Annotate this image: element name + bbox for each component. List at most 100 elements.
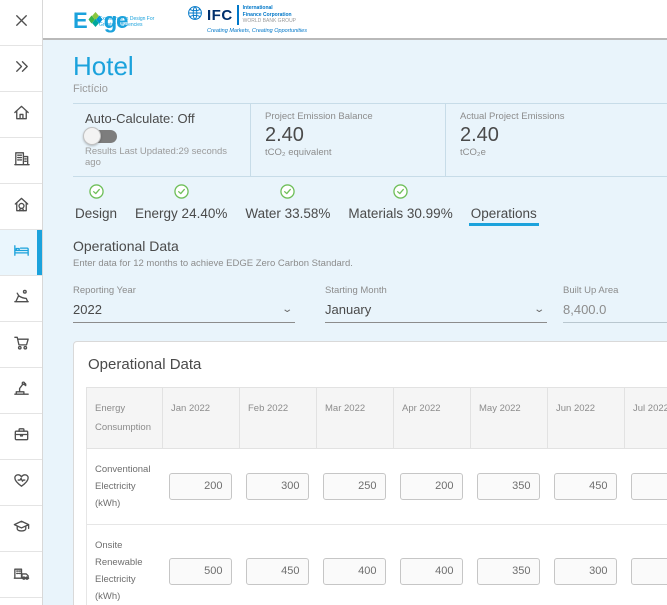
- column-header-energy-consumption: Energy Consumption: [87, 387, 163, 448]
- top-header: E ge Excellence in Design For Greater Ef…: [43, 0, 667, 40]
- energy-value-input[interactable]: [169, 473, 232, 500]
- column-header-month: May 2022: [471, 387, 548, 448]
- check-circle-icon: [89, 184, 104, 204]
- starting-month-select[interactable]: January ⌄: [325, 302, 547, 323]
- column-header-month: Feb 2022: [240, 387, 317, 448]
- energy-value-input[interactable]: [400, 473, 463, 500]
- form-fields: Reporting Year 2022 ⌄ Starting Month Jan…: [73, 285, 667, 323]
- auto-calculate-toggle[interactable]: [87, 130, 117, 143]
- energy-value-input[interactable]: [400, 558, 463, 585]
- ifc-tagline: Creating Markets, Creating Opportunities: [207, 28, 307, 34]
- actual-emissions-unit: tCO₂e: [460, 147, 653, 158]
- starting-month-value: January: [325, 302, 371, 317]
- value-cell: [471, 448, 548, 524]
- value-cell: [240, 524, 317, 605]
- tab-water[interactable]: Water 33.58%: [243, 186, 332, 226]
- education-cap-icon: [12, 517, 31, 541]
- homes-icon: [12, 195, 31, 219]
- sidebar-item-offices[interactable]: [0, 414, 42, 460]
- sidebar-item-education[interactable]: [0, 506, 42, 552]
- emission-balance-value: 2.40: [265, 124, 431, 147]
- sidebar-item-expand[interactable]: [0, 46, 42, 92]
- energy-value-input[interactable]: [169, 558, 232, 585]
- value-cell: [548, 448, 625, 524]
- sidebar-item-home[interactable]: [0, 92, 42, 138]
- ifc-globe-icon: [187, 5, 203, 26]
- tab-energy[interactable]: Energy 24.40%: [133, 186, 229, 226]
- energy-consumption-table: Energy ConsumptionJan 2022Feb 2022Mar 20…: [86, 387, 667, 605]
- built-up-area-field: Built Up Area 8,400.0: [563, 285, 667, 323]
- value-cell: [163, 448, 240, 524]
- page-subtitle: Fictício: [73, 83, 667, 95]
- sidebar-item-healthcare[interactable]: [0, 460, 42, 506]
- auto-calculate-panel: Auto-Calculate: Off Results Last Updated…: [73, 104, 250, 176]
- value-cell: [471, 524, 548, 605]
- energy-value-input[interactable]: [554, 558, 617, 585]
- energy-value-input[interactable]: [246, 558, 309, 585]
- card-title: Operational Data: [86, 356, 667, 373]
- table-row: Conventional Electricity (kWh): [87, 448, 667, 524]
- value-cell: [394, 448, 471, 524]
- check-circle-icon: [393, 184, 408, 204]
- auto-calculate-label: Auto-Calculate: Off: [85, 111, 236, 126]
- reporting-year-select[interactable]: 2022 ⌄: [73, 302, 295, 323]
- page-title: Hotel: [73, 52, 667, 81]
- energy-value-input[interactable]: [554, 473, 617, 500]
- toggle-knob: [83, 127, 101, 145]
- starting-month-label: Starting Month: [325, 285, 547, 296]
- sidebar-item-laboratory[interactable]: [0, 368, 42, 414]
- built-up-area-value: 8,400.0: [563, 302, 667, 323]
- expand-icon: [12, 57, 31, 81]
- energy-value-input[interactable]: [323, 473, 386, 500]
- chevron-down-icon: ⌄: [281, 304, 293, 315]
- tab-bar: Design Energy 24.40% Water 33.58% Materials…: [73, 186, 667, 226]
- energy-value-input[interactable]: [631, 558, 667, 585]
- laboratory-icon: [12, 379, 31, 403]
- section-title: Operational Data: [73, 238, 667, 254]
- actual-emissions-value: 2.40: [460, 124, 653, 147]
- results-last-updated: Results Last Updated:29 seconds ago: [85, 146, 236, 168]
- column-header-month: Jul 2022: [625, 387, 667, 448]
- energy-value-input[interactable]: [323, 558, 386, 585]
- energy-value-input[interactable]: [477, 473, 540, 500]
- sidebar-item-close[interactable]: [0, 0, 42, 46]
- sidebar-item-resorts[interactable]: [0, 276, 42, 322]
- row-label: Conventional Electricity (kWh): [87, 448, 163, 524]
- tab-operations[interactable]: Operations: [469, 186, 539, 226]
- sidebar-item-retail[interactable]: [0, 322, 42, 368]
- sidebar-item-office-buildings[interactable]: [0, 138, 42, 184]
- tab-label: Water 33.58%: [245, 206, 330, 221]
- tab-materials[interactable]: Materials 30.99%: [346, 186, 454, 226]
- operational-data-card: Operational Data Energy ConsumptionJan 2…: [73, 341, 667, 605]
- reporting-year-field: Reporting Year 2022 ⌄: [73, 285, 295, 323]
- energy-value-input[interactable]: [477, 558, 540, 585]
- status-bar: Auto-Calculate: Off Results Last Updated…: [73, 103, 667, 177]
- ifc-wordmark: IFC: [207, 7, 233, 24]
- actual-emissions-label: Actual Project Emissions: [460, 111, 653, 122]
- tab-design[interactable]: Design: [73, 186, 119, 226]
- sidebar-item-hotel[interactable]: [0, 230, 42, 276]
- built-up-area-label: Built Up Area: [563, 285, 667, 296]
- chevron-down-icon: ⌄: [533, 304, 545, 315]
- reporting-year-value: 2022: [73, 302, 102, 317]
- energy-value-input[interactable]: [246, 473, 309, 500]
- close-icon: [12, 11, 31, 35]
- value-cell: [394, 524, 471, 605]
- emission-balance-label: Project Emission Balance: [265, 111, 431, 122]
- table-row: Onsite Renewable Electricity (kWh): [87, 524, 667, 605]
- check-circle-icon: [280, 184, 295, 204]
- column-header-month: Jun 2022: [548, 387, 625, 448]
- office-briefcase-icon: [12, 425, 31, 449]
- energy-value-input[interactable]: [631, 473, 667, 500]
- ifc-logo: IFC International Finance Corporation WO…: [187, 5, 307, 34]
- check-circle-icon: [174, 184, 189, 204]
- healthcare-heart-icon: [12, 471, 31, 495]
- value-cell: [163, 524, 240, 605]
- value-cell: [317, 448, 394, 524]
- sidebar-item-industry[interactable]: [0, 552, 42, 598]
- sidebar-item-homes[interactable]: [0, 184, 42, 230]
- main-content: Hotel Fictício Auto-Calculate: Off Resul…: [43, 40, 667, 605]
- column-header-month: Mar 2022: [317, 387, 394, 448]
- office-buildings-icon: [12, 149, 31, 173]
- value-cell: [548, 524, 625, 605]
